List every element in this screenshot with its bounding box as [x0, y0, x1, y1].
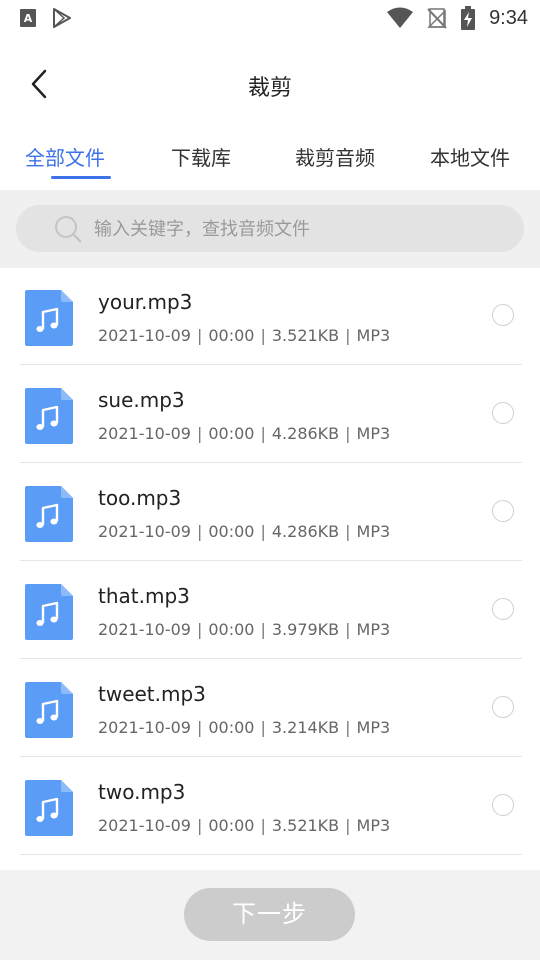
- search-box[interactable]: [16, 205, 524, 252]
- separator: |: [345, 424, 351, 443]
- music-file-icon: [25, 486, 73, 542]
- separator: |: [260, 326, 266, 345]
- separator: |: [196, 816, 203, 835]
- tab-local-files[interactable]: 本地文件: [430, 142, 510, 171]
- file-size: 4.286KB: [271, 522, 340, 541]
- separator: |: [260, 522, 266, 541]
- music-file-icon: [25, 388, 73, 444]
- file-format: MP3: [356, 424, 391, 443]
- app-header: 裁剪: [0, 36, 540, 132]
- file-duration: 00:00: [208, 424, 255, 443]
- file-format: MP3: [356, 816, 391, 835]
- music-file-icon: [25, 290, 73, 346]
- file-size: 3.521KB: [271, 326, 340, 345]
- file-format: MP3: [356, 718, 391, 737]
- file-meta: 2021-10-09 | 00:00 | 4.286KB | MP3: [98, 424, 390, 443]
- music-file-icon: [25, 584, 73, 640]
- status-left: A: [20, 8, 72, 28]
- separator: |: [345, 326, 351, 345]
- file-duration: 00:00: [208, 816, 255, 835]
- file-name: that.mp3: [98, 584, 190, 608]
- font-a-icon: A: [20, 9, 36, 27]
- status-time: 9:34: [489, 6, 528, 29]
- separator: |: [196, 522, 203, 541]
- wifi-icon: [387, 7, 414, 28]
- bottom-bar: 下一步: [0, 870, 540, 960]
- separator: |: [196, 620, 203, 639]
- tab-all-files[interactable]: 全部文件: [25, 142, 105, 171]
- separator: |: [196, 718, 203, 737]
- file-duration: 00:00: [208, 620, 255, 639]
- separator: |: [345, 522, 351, 541]
- file-date: 2021-10-09: [98, 522, 191, 541]
- file-row[interactable]: tweet.mp3 2021-10-09 | 00:00 | 3.214KB | MP3: [0, 660, 540, 757]
- separator: |: [345, 816, 351, 835]
- file-list: your.mp3 2021-10-09 | 00:00 | 3.521KB | MP3 su…: [0, 268, 540, 870]
- file-row[interactable]: too.mp3 2021-10-09 | 00:00 | 4.286KB | MP3: [0, 464, 540, 561]
- svg-text:A: A: [24, 12, 33, 25]
- file-duration: 00:00: [208, 326, 255, 345]
- separator: |: [345, 718, 351, 737]
- select-radio[interactable]: [492, 500, 514, 522]
- search-region: [0, 190, 540, 268]
- music-file-icon: [25, 682, 73, 738]
- separator: |: [196, 424, 203, 443]
- file-format: MP3: [356, 326, 391, 345]
- battery-charging-icon: [461, 6, 476, 30]
- file-duration: 00:00: [208, 718, 255, 737]
- no-signal-icon: [427, 8, 447, 29]
- page-title: 裁剪: [247, 76, 292, 101]
- file-date: 2021-10-09: [98, 424, 191, 443]
- file-name: your.mp3: [98, 290, 193, 314]
- file-name: tweet.mp3: [98, 682, 206, 706]
- file-size: 3.214KB: [271, 718, 340, 737]
- select-radio[interactable]: [492, 304, 514, 326]
- separator: |: [196, 326, 203, 345]
- separator: |: [260, 620, 266, 639]
- tab-cut-audio[interactable]: 裁剪音频: [295, 142, 375, 171]
- file-date: 2021-10-09: [98, 816, 191, 835]
- select-radio[interactable]: [492, 794, 514, 816]
- play-store-icon: [53, 8, 71, 28]
- separator: |: [345, 620, 351, 639]
- file-row[interactable]: two.mp3 2021-10-09 | 00:00 | 3.521KB | MP3: [0, 758, 540, 855]
- select-radio[interactable]: [492, 696, 514, 718]
- file-row[interactable]: that.mp3 2021-10-09 | 00:00 | 3.979KB | MP3: [0, 562, 540, 659]
- file-name: too.mp3: [98, 486, 182, 510]
- search-input[interactable]: [92, 211, 506, 247]
- file-meta: 2021-10-09 | 00:00 | 4.286KB | MP3: [98, 522, 390, 541]
- separator: |: [260, 816, 266, 835]
- tab-bar: 全部文件 下载库 裁剪音频 本地文件: [0, 132, 540, 190]
- search-icon: [55, 216, 82, 243]
- file-meta: 2021-10-09 | 00:00 | 3.521KB | MP3: [98, 816, 390, 835]
- status-right: 9:34: [387, 6, 528, 30]
- file-meta: 2021-10-09 | 00:00 | 3.521KB | MP3: [98, 326, 390, 345]
- file-meta: 2021-10-09 | 00:00 | 3.214KB | MP3: [98, 718, 390, 737]
- select-radio[interactable]: [492, 402, 514, 424]
- file-size: 3.979KB: [271, 620, 340, 639]
- separator: |: [260, 424, 266, 443]
- next-step-button[interactable]: 下一步: [184, 888, 355, 941]
- file-duration: 00:00: [208, 522, 255, 541]
- file-date: 2021-10-09: [98, 326, 191, 345]
- file-date: 2021-10-09: [98, 718, 191, 737]
- select-radio[interactable]: [492, 598, 514, 620]
- separator: |: [260, 718, 266, 737]
- file-size: 3.521KB: [271, 816, 340, 835]
- tab-active-indicator: [51, 176, 111, 179]
- file-meta: 2021-10-09 | 00:00 | 3.979KB | MP3: [98, 620, 390, 639]
- file-row[interactable]: your.mp3 2021-10-09 | 00:00 | 3.521KB | MP3: [0, 268, 540, 365]
- file-name: sue.mp3: [98, 388, 185, 412]
- music-file-icon: [25, 780, 73, 836]
- file-format: MP3: [356, 522, 391, 541]
- file-size: 4.286KB: [271, 424, 340, 443]
- status-bar: A 9:34: [0, 0, 540, 36]
- file-name: two.mp3: [98, 780, 186, 804]
- file-row[interactable]: sue.mp3 2021-10-09 | 00:00 | 4.286KB | MP3: [0, 366, 540, 463]
- file-format: MP3: [356, 620, 391, 639]
- tab-downloads[interactable]: 下载库: [171, 142, 231, 171]
- file-date: 2021-10-09: [98, 620, 191, 639]
